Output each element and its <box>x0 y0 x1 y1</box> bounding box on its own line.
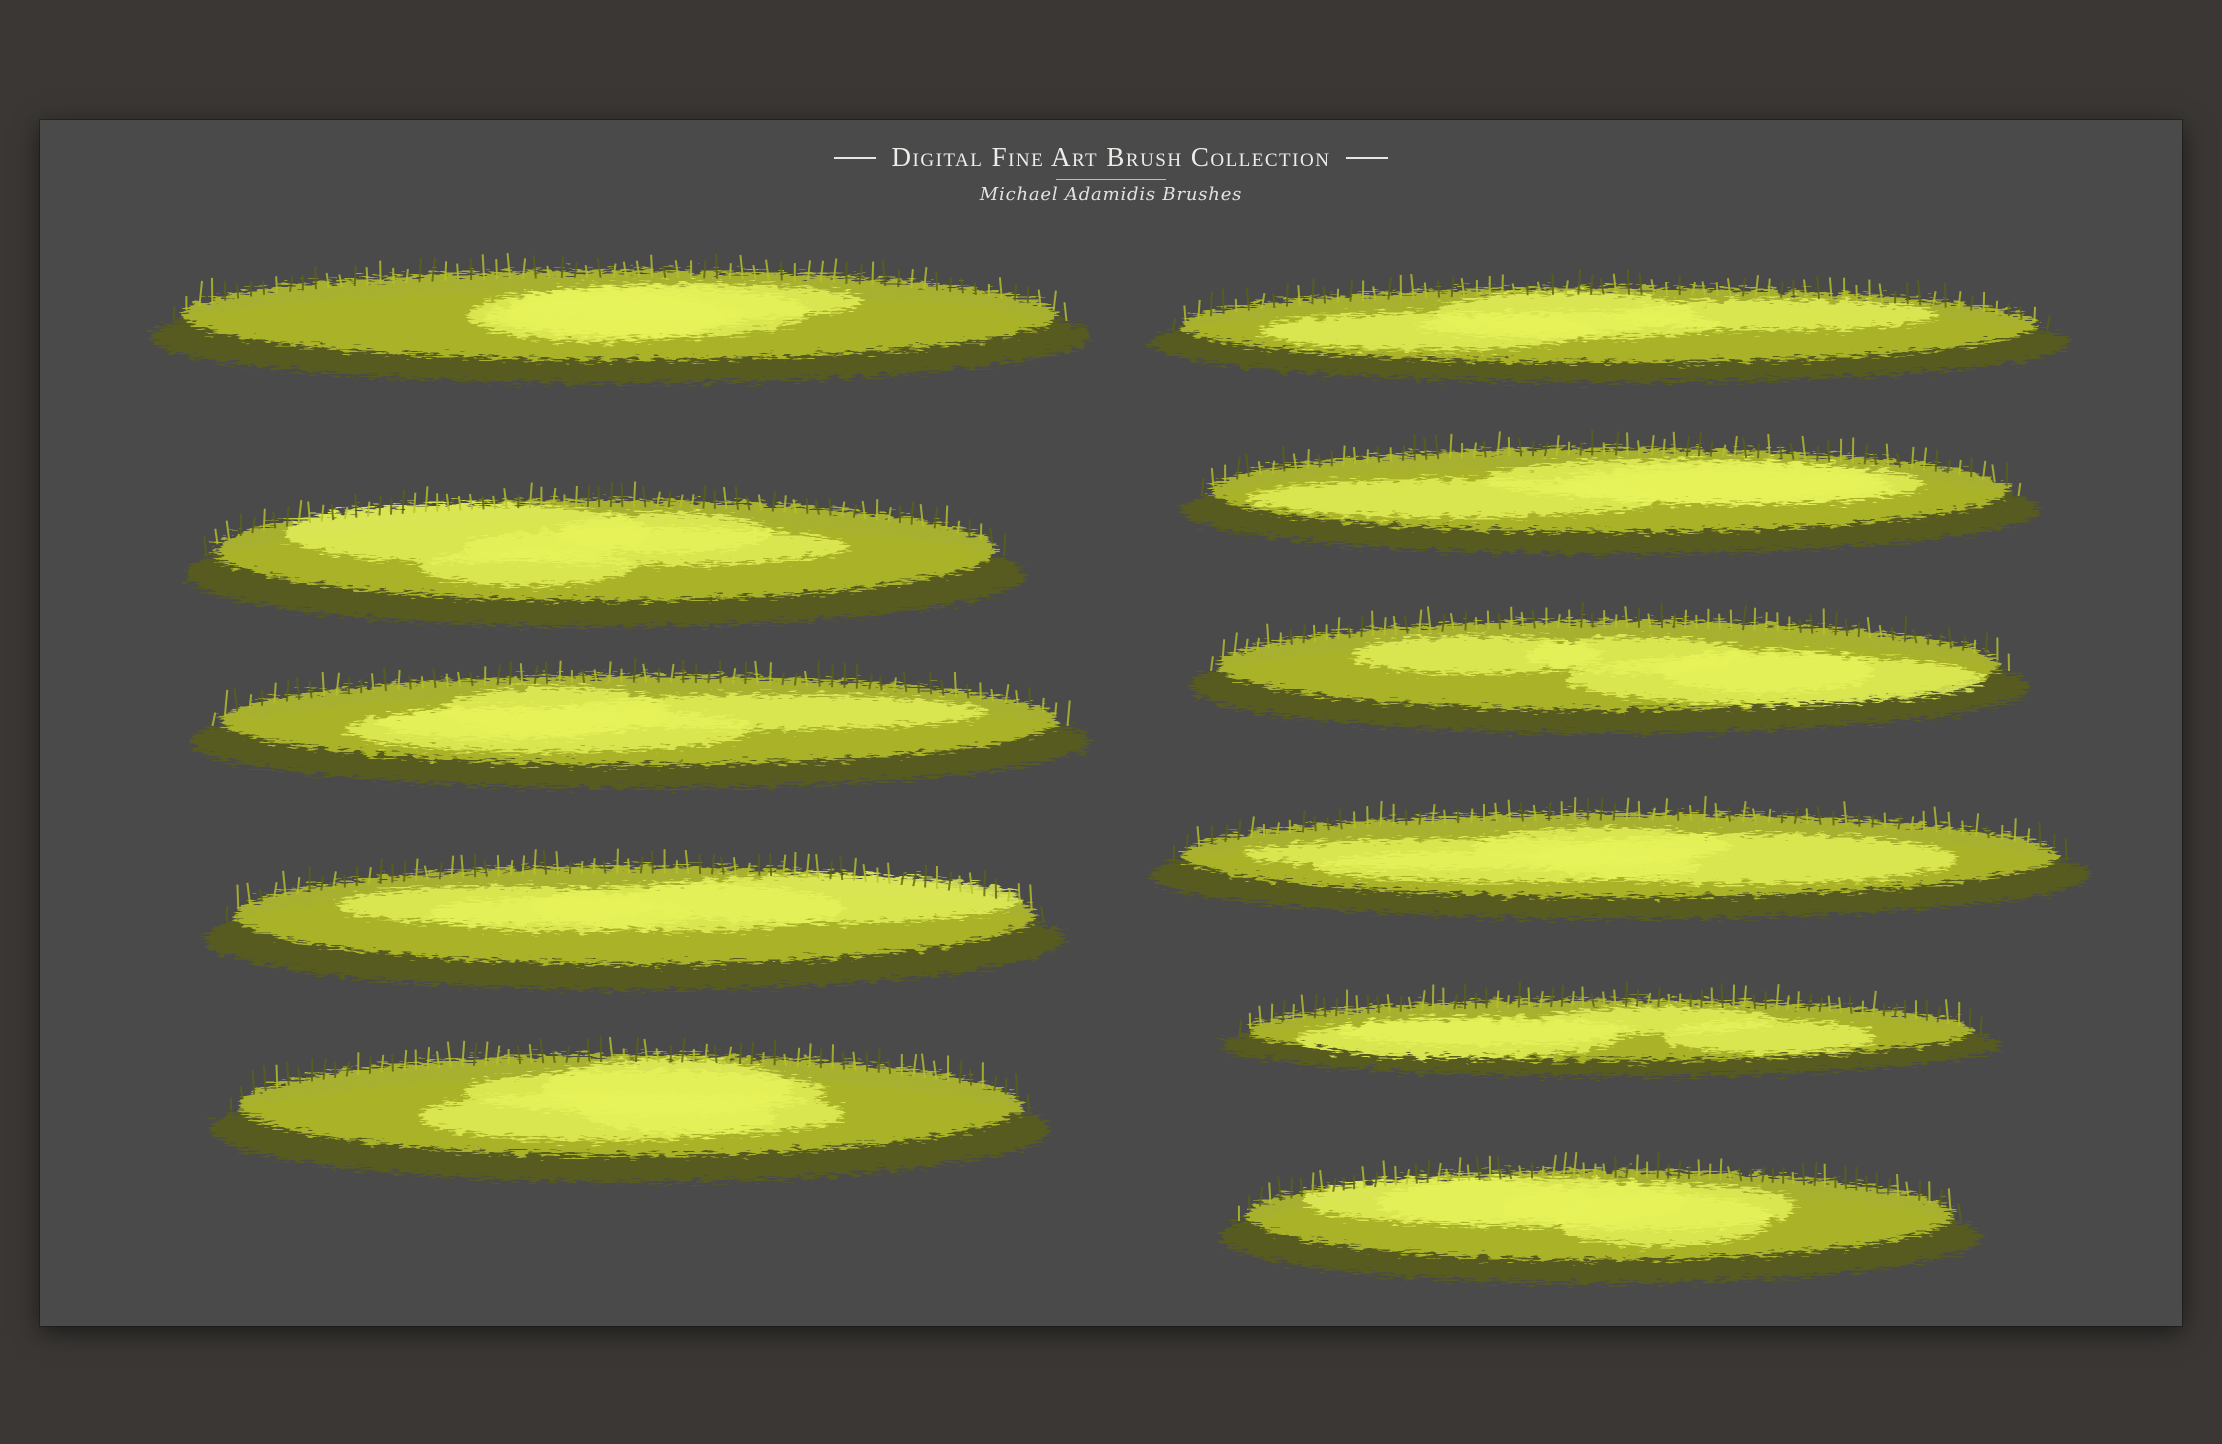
title-rule-left <box>833 156 876 159</box>
collection-header: Digital Fine Art Brush Collection Michae… <box>40 142 2182 205</box>
grass-brush-stroke <box>1190 620 2030 734</box>
collection-title: Digital Fine Art Brush Collection <box>891 142 1331 172</box>
brush-strokes-layer <box>150 252 2090 1284</box>
title-row: Digital Fine Art Brush Collection <box>40 142 2182 173</box>
title-rule-right <box>1346 156 1389 159</box>
artboard-canvas: Digital Fine Art Brush Collection Michae… <box>40 120 2182 1326</box>
collection-subtitle: Michael Adamidis Brushes <box>979 184 1243 205</box>
subtitle-divider <box>1056 179 1166 180</box>
